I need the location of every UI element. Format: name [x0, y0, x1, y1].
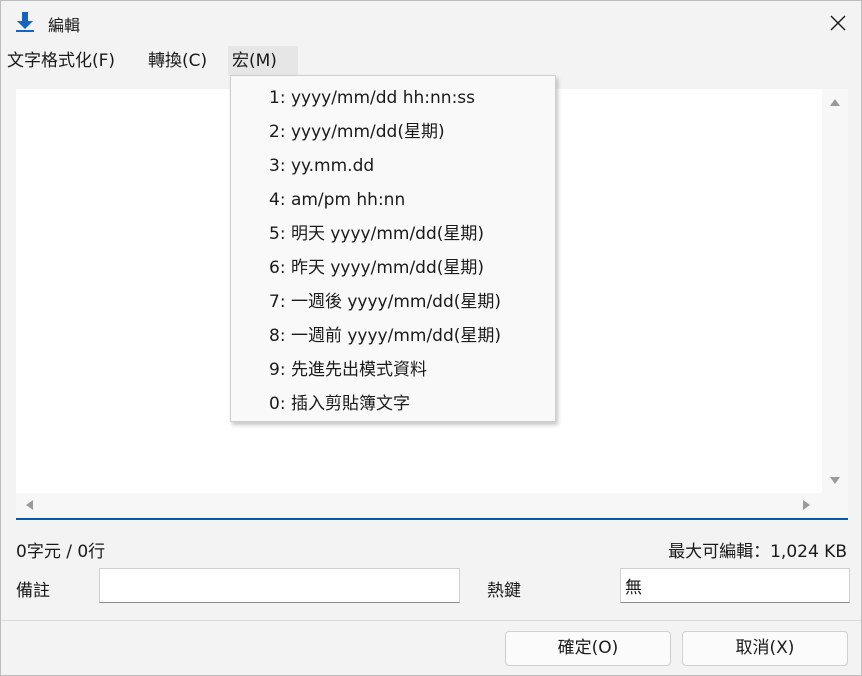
footer-divider: [1, 620, 861, 621]
title-bar: 編輯: [1, 1, 861, 45]
macro-dropdown-menu: 1: yyyy/mm/dd hh:nn:ss 2: yyyy/mm/dd(星期)…: [230, 75, 556, 422]
cancel-button[interactable]: 取消(X): [682, 631, 848, 666]
hotkey-label: 熱鍵: [487, 581, 521, 601]
menu-format-text[interactable]: 文字格式化(F): [3, 46, 119, 76]
ok-button[interactable]: 確定(O): [505, 631, 671, 666]
menu-bar: 文字格式化(F) 轉換(C) 宏(M): [1, 46, 861, 76]
close-button[interactable]: [815, 1, 861, 45]
menu-convert[interactable]: 轉換(C): [144, 46, 211, 76]
vertical-scrollbar[interactable]: [822, 89, 848, 494]
char-line-count: 0字元 / 0行: [16, 542, 106, 562]
horizontal-scrollbar[interactable]: [16, 493, 848, 517]
scroll-right-arrow-icon[interactable]: [803, 500, 810, 510]
macro-item-4[interactable]: 4: am/pm hh:nn: [231, 183, 555, 217]
scroll-up-arrow-icon[interactable]: [830, 99, 840, 106]
macro-item-3[interactable]: 3: yy.mm.dd: [231, 149, 555, 183]
max-edit-size: 最大可編輯：1,024 KB: [668, 542, 847, 562]
macro-item-6[interactable]: 6: 昨天 yyyy/mm/dd(星期): [231, 251, 555, 285]
macro-item-8[interactable]: 8: 一週前 yyyy/mm/dd(星期): [231, 319, 555, 353]
edit-dialog: 編輯 文字格式化(F) 轉換(C) 宏(M) 0字元 / 0行 最大可編輯：1,…: [0, 0, 862, 676]
note-label: 備註: [16, 581, 50, 601]
menu-macro[interactable]: 宏(M): [228, 46, 298, 76]
close-icon: [830, 15, 846, 31]
macro-item-5[interactable]: 5: 明天 yyyy/mm/dd(星期): [231, 217, 555, 251]
macro-item-2[interactable]: 2: yyyy/mm/dd(星期): [231, 115, 555, 149]
scroll-left-arrow-icon[interactable]: [26, 500, 33, 510]
note-input[interactable]: [99, 568, 460, 603]
macro-item-0[interactable]: 0: 插入剪貼簿文字: [231, 387, 555, 421]
download-arrow-icon: [16, 12, 34, 32]
macro-item-7[interactable]: 7: 一週後 yyyy/mm/dd(星期): [231, 285, 555, 319]
window-title: 編輯: [48, 16, 81, 35]
hotkey-input[interactable]: [620, 568, 850, 603]
macro-item-1[interactable]: 1: yyyy/mm/dd hh:nn:ss: [231, 81, 555, 115]
macro-item-9[interactable]: 9: 先進先出模式資料: [231, 353, 555, 387]
editor-focus-underline: [16, 518, 848, 520]
scroll-down-arrow-icon[interactable]: [830, 477, 840, 484]
